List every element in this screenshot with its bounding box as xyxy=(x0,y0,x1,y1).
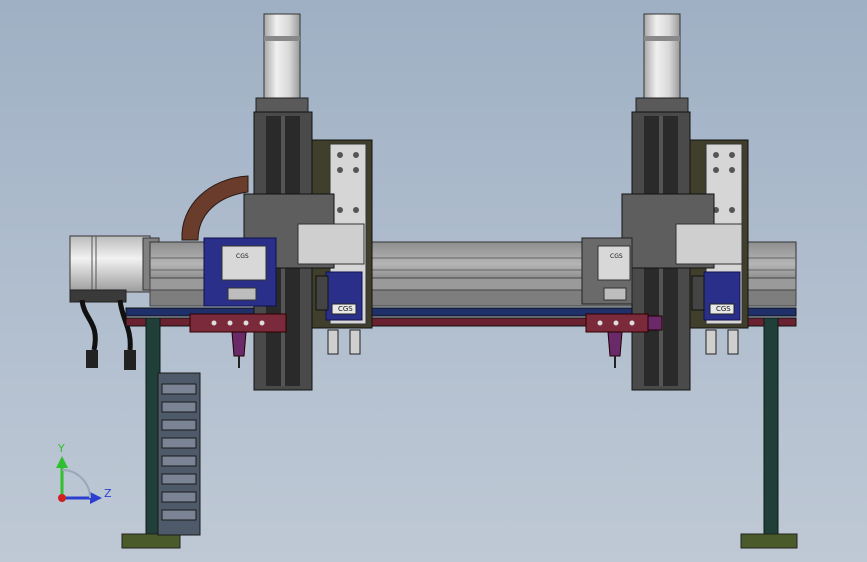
cgs-label: CGS xyxy=(236,253,249,260)
cgs-label: CGS xyxy=(338,305,353,313)
cgs-label: CGS xyxy=(610,253,623,260)
cad-viewport[interactable]: CGS CGS CGS CGS Y Z xyxy=(0,0,867,562)
cgs-label: CGS xyxy=(716,305,731,313)
left-end-motor xyxy=(69,235,160,303)
z-axis-label: Z xyxy=(104,487,112,500)
cad-model-view[interactable]: CGS CGS CGS CGS Y Z xyxy=(0,0,867,562)
z-axis-arrowhead xyxy=(90,492,102,504)
rotation-arc xyxy=(61,469,91,499)
y-axis-label: Y xyxy=(57,442,65,455)
vertical-drag-chain xyxy=(157,372,201,536)
z-axis-module-right xyxy=(581,13,749,391)
y-axis-arrowhead xyxy=(56,456,68,468)
right-leg xyxy=(740,317,798,549)
orientation-triad[interactable]: Y Z xyxy=(56,442,112,504)
cable-chain xyxy=(181,175,249,241)
x-axis-dot xyxy=(58,494,66,502)
